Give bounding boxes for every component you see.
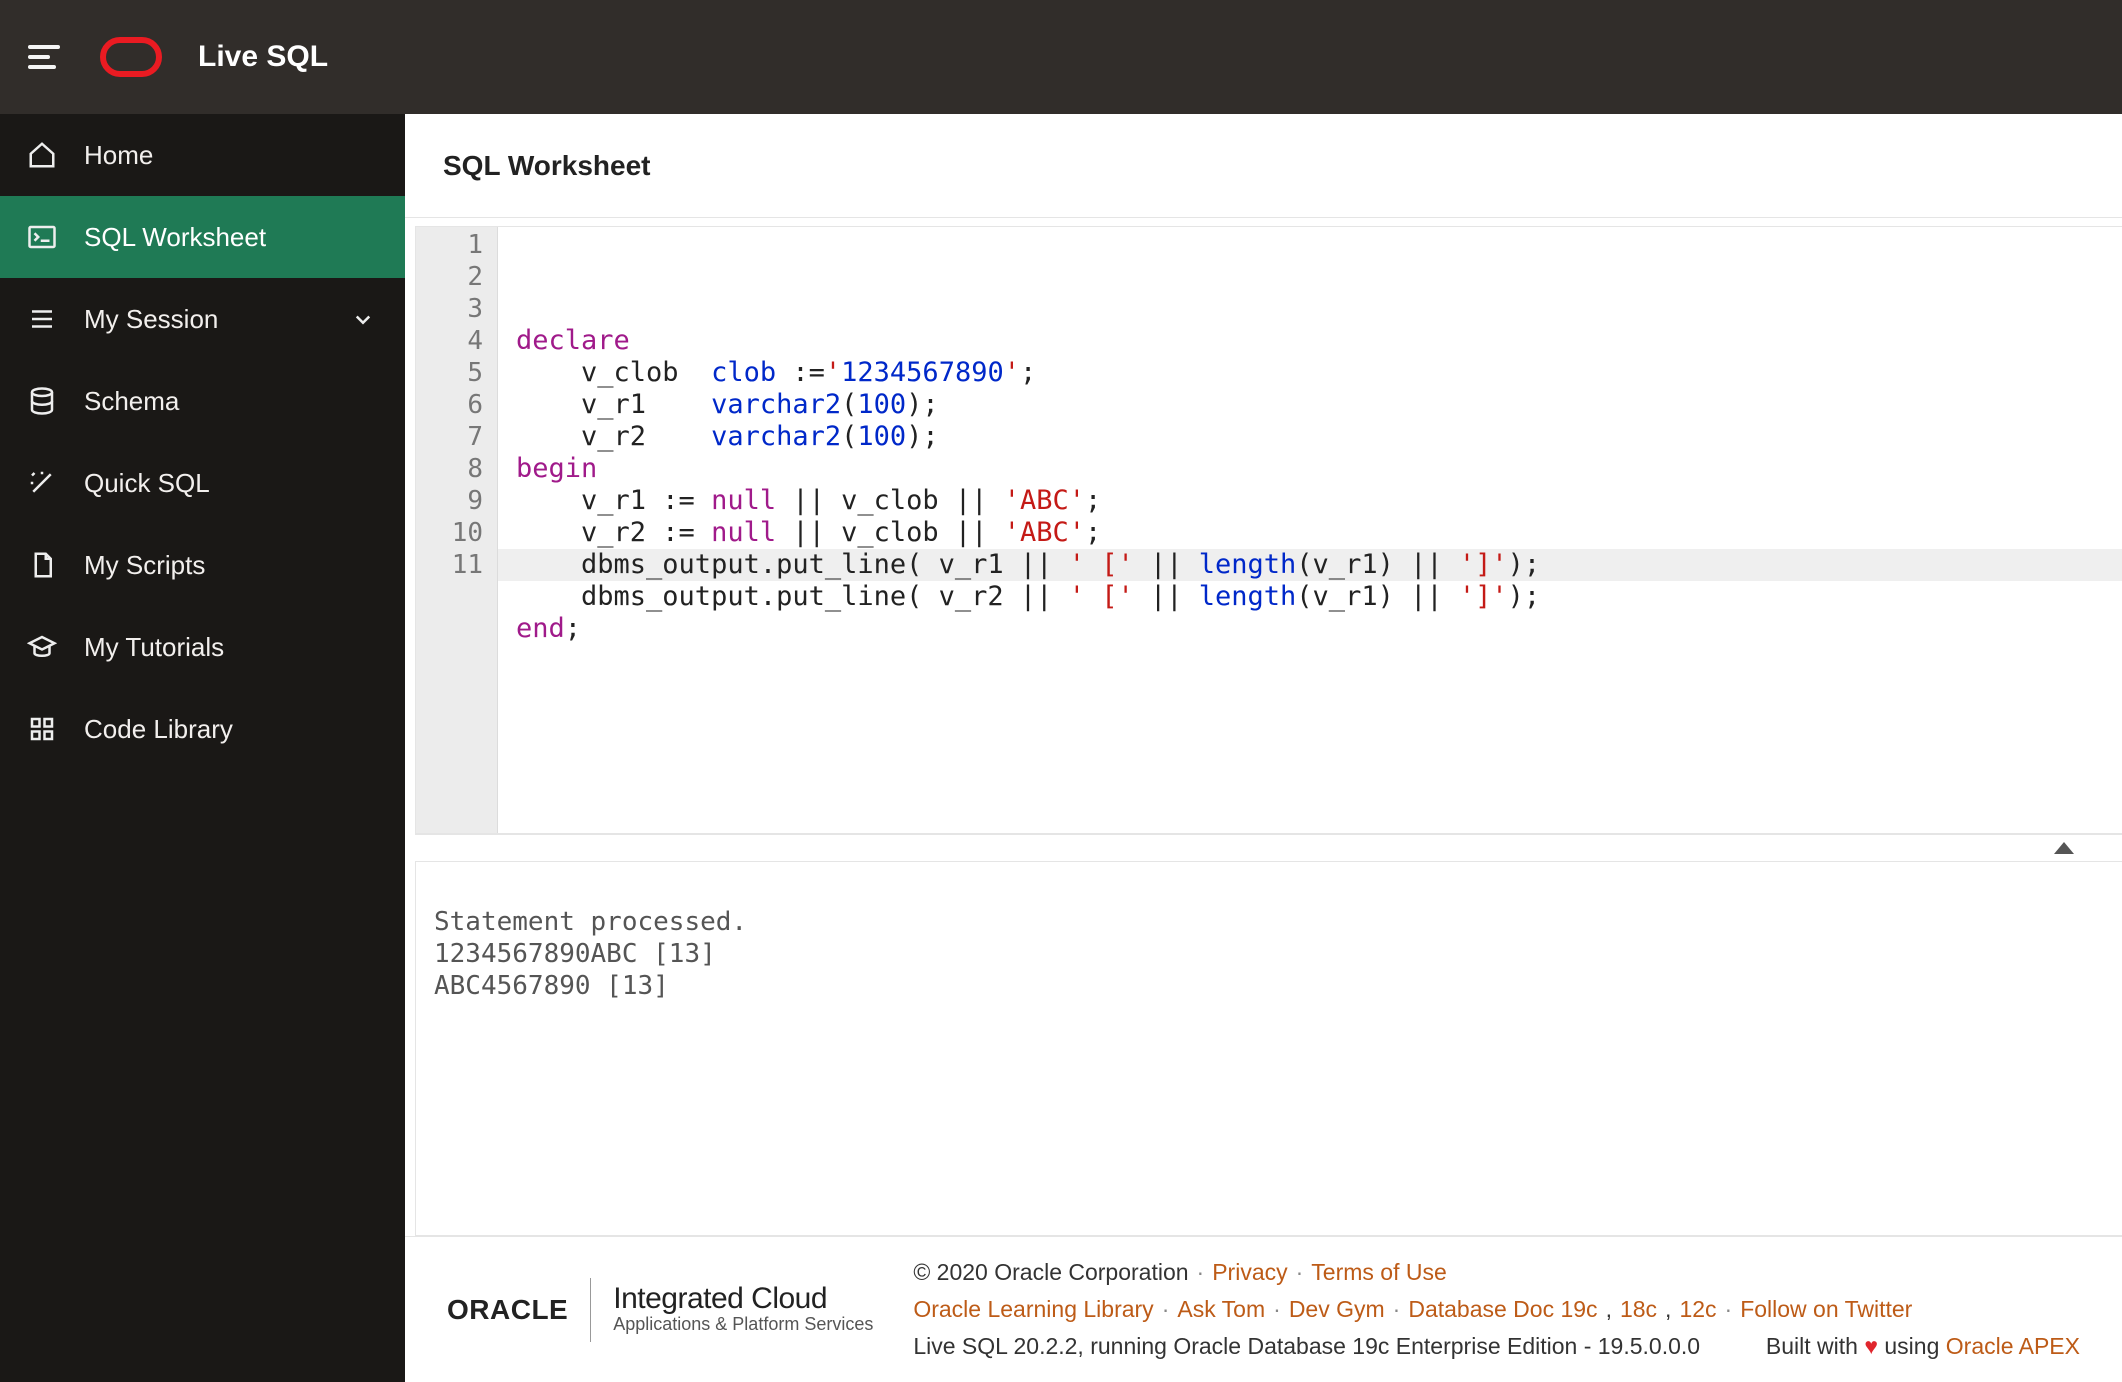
sidebar-item-quick-sql[interactable]: Quick SQL [0,442,405,524]
menu-toggle-icon[interactable] [28,39,64,75]
line-number: 10 [416,517,497,549]
line-number: 2 [416,261,497,293]
code-line[interactable]: begin [516,453,2104,485]
page-header: SQL Worksheet [405,114,2122,218]
code-line[interactable]: v_clob clob :='1234567890'; [516,357,2104,389]
sidebar-item-my-session[interactable]: My Session [0,278,405,360]
sidebar-item-label: SQL Worksheet [84,222,266,253]
terms-link[interactable]: Terms of Use [1311,1259,1446,1286]
integrated-cloud-title: Integrated Cloud [613,1284,873,1314]
sidebar-item-label: Quick SQL [84,468,210,499]
output-panel[interactable]: Statement processed. 1234567890ABC [13] … [415,862,2122,1236]
library-icon [26,713,58,745]
sidebar-item-my-tutorials[interactable]: My Tutorials [0,606,405,688]
line-number: 1 [416,229,497,261]
line-number: 6 [416,389,497,421]
sidebar: Home SQL Worksheet My Session Schema [0,114,405,1382]
line-number: 4 [416,325,497,357]
footer: ORACLE Integrated Cloud Applications & P… [405,1236,2122,1382]
sidebar-item-label: Code Library [84,714,233,745]
version-text: Live SQL 20.2.2, running Oracle Database… [913,1333,1700,1360]
code-area[interactable]: declare v_clob clob :='1234567890'; v_r1… [498,227,2122,833]
oll-link[interactable]: Oracle Learning Library [913,1296,1153,1323]
sidebar-item-home[interactable]: Home [0,114,405,196]
sidebar-item-label: Schema [84,386,179,417]
graduation-cap-icon [26,631,58,663]
line-number: 8 [416,453,497,485]
home-icon [26,139,58,171]
sidebar-item-label: Home [84,140,153,171]
devgym-link[interactable]: Dev Gym [1289,1296,1385,1323]
oracle-wordmark: ORACLE [447,1294,568,1326]
line-number: 7 [416,421,497,453]
main-panel: SQL Worksheet 1234567891011 declare v_cl… [405,114,2122,1382]
list-icon [26,303,58,335]
code-line[interactable]: dbms_output.put_line( v_r2 || ' [' || le… [516,581,2104,613]
code-editor[interactable]: 1234567891011 declare v_clob clob :='123… [415,226,2122,834]
collapse-up-icon [2054,842,2074,854]
code-line[interactable]: v_r1 varchar2(100); [516,389,2104,421]
code-line[interactable]: v_r2 varchar2(100); [516,421,2104,453]
sidebar-item-label: My Tutorials [84,632,224,663]
sidebar-item-sql-worksheet[interactable]: SQL Worksheet [0,196,405,278]
twitter-link[interactable]: Follow on Twitter [1740,1296,1912,1323]
wand-icon [26,467,58,499]
built-with-mid: using [1884,1333,1939,1359]
oracle-logo-icon [100,37,162,77]
privacy-link[interactable]: Privacy [1212,1259,1287,1286]
integrated-cloud-subtitle: Applications & Platform Services [613,1314,873,1335]
database-icon [26,385,58,417]
code-line[interactable] [516,645,2104,677]
code-line[interactable]: v_r1 := null || v_clob || 'ABC'; [516,485,2104,517]
code-line[interactable]: v_r2 := null || v_clob || 'ABC'; [516,517,2104,549]
line-number: 9 [416,485,497,517]
splitter-handle[interactable] [415,834,2122,862]
page-title: SQL Worksheet [443,150,650,182]
doc18-link[interactable]: 18c [1620,1296,1657,1323]
built-with-prefix: Built with [1766,1333,1858,1359]
terminal-icon [26,221,58,253]
apex-link[interactable]: Oracle APEX [1946,1333,2080,1359]
chevron-down-icon [347,303,379,335]
doc12-link[interactable]: 12c [1679,1296,1716,1323]
line-number: 3 [416,293,497,325]
app-title: Live SQL [198,40,328,74]
code-line[interactable]: end; [516,613,2104,645]
heart-icon: ♥ [1864,1333,1878,1359]
line-number-gutter: 1234567891011 [416,227,498,833]
doc19-link[interactable]: Database Doc 19c [1408,1296,1597,1323]
asktom-link[interactable]: Ask Tom [1177,1296,1265,1323]
sidebar-item-schema[interactable]: Schema [0,360,405,442]
top-bar: Live SQL [0,0,2122,114]
line-number: 5 [416,357,497,389]
code-line[interactable]: dbms_output.put_line( v_r1 || ' [' || le… [516,549,2104,581]
code-line[interactable]: declare [516,325,2104,357]
sidebar-item-my-scripts[interactable]: My Scripts [0,524,405,606]
copyright-text: © 2020 Oracle Corporation [913,1259,1188,1286]
sidebar-item-code-library[interactable]: Code Library [0,688,405,770]
sidebar-item-label: My Scripts [84,550,205,581]
document-icon [26,549,58,581]
line-number: 11 [416,549,497,581]
sidebar-item-label: My Session [84,304,218,335]
